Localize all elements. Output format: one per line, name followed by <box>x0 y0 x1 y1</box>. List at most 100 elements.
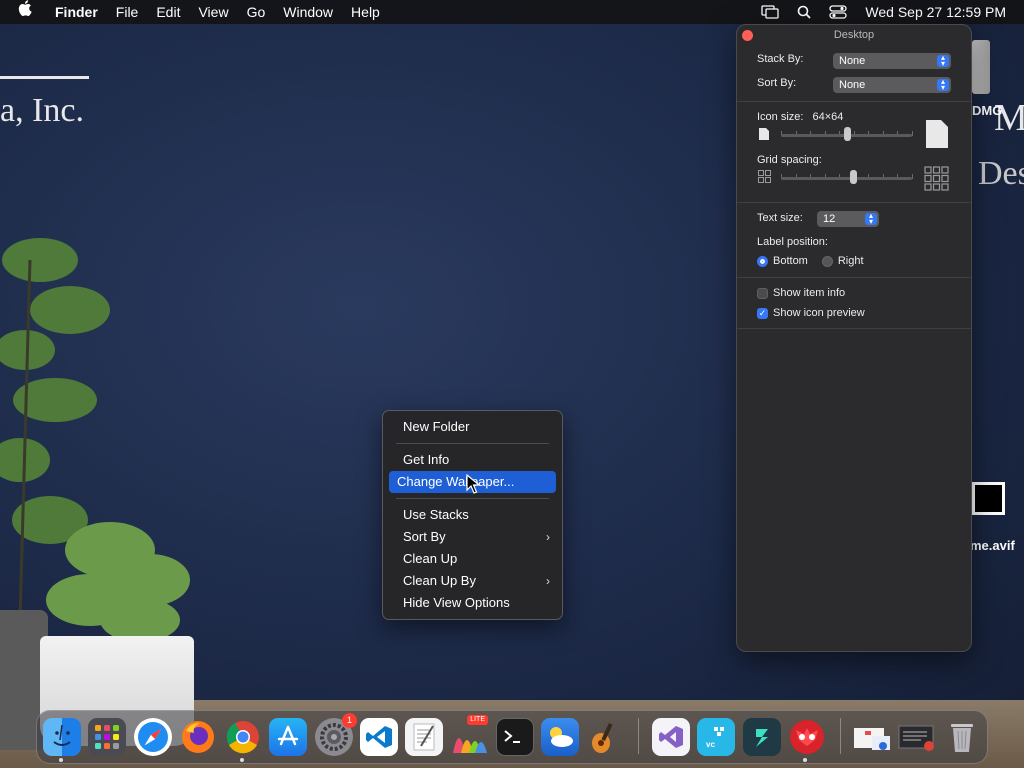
stack-by-row: Stack By: <box>757 53 803 65</box>
apple-menu-icon[interactable] <box>0 0 46 24</box>
menu-item-hide-view-options[interactable]: Hide View Options <box>389 592 556 614</box>
system-settings-icon[interactable]: 1 <box>315 713 357 756</box>
menu-view[interactable]: View <box>189 0 237 24</box>
wallpaper-line <box>0 76 89 79</box>
text-size-popup[interactable]: 12 ▴ ▾ <box>817 211 879 227</box>
label-bottom-text[interactable]: Bottom <box>773 255 808 267</box>
label-position-label: Label position: <box>757 236 828 248</box>
menu-item-get-info[interactable]: Get Info <box>389 449 556 471</box>
slider-tick <box>912 174 913 179</box>
avif-file-label[interactable]: me.avif <box>970 538 1015 553</box>
panel-divider <box>737 328 971 329</box>
label-position-options: Bottom Right <box>757 255 864 267</box>
small-document-icon <box>759 128 769 140</box>
dock: 1 LITE vc <box>36 710 988 764</box>
show-icon-preview-text[interactable]: Show icon preview <box>773 307 865 319</box>
sort-by-row: Sort By: <box>757 77 796 89</box>
panel-divider <box>737 202 971 203</box>
icon-size-label: Icon size: <box>757 111 804 123</box>
app-store-icon[interactable] <box>269 718 307 756</box>
spotlight-search-icon[interactable] <box>794 0 814 24</box>
downloads-stack-icon[interactable] <box>852 718 892 756</box>
menu-edit[interactable]: Edit <box>147 0 189 24</box>
avif-file-icon[interactable] <box>972 482 1005 515</box>
trash-icon[interactable] <box>943 718 981 756</box>
label-bottom-radio[interactable] <box>757 255 768 267</box>
dmg-file-label[interactable]: DMG <box>972 103 1002 118</box>
menu-item-clean-up[interactable]: Clean Up <box>389 548 556 570</box>
show-icon-preview-row: ✓ Show icon preview <box>757 307 865 319</box>
menu-bar-clock[interactable]: Wed Sep 27 12:59 PM <box>855 4 1024 20</box>
vnc-viewer-icon[interactable]: vc <box>697 718 735 756</box>
show-item-info-text[interactable]: Show item info <box>773 287 845 299</box>
dock-divider <box>638 718 639 754</box>
panel-divider <box>737 101 971 102</box>
grapher-icon[interactable]: LITE <box>450 715 488 756</box>
menu-item-sort-by[interactable]: Sort By › <box>389 526 556 548</box>
stack-by-popup[interactable]: None ▴ ▾ <box>833 53 951 69</box>
screen-mirroring-icon[interactable] <box>760 0 780 24</box>
dmg-file-icon[interactable] <box>972 40 990 94</box>
app-running-indicator <box>803 758 807 762</box>
close-button[interactable] <box>742 30 753 41</box>
text-size-label: Text size: <box>757 212 803 224</box>
menu-item-new-folder[interactable]: New Folder <box>389 416 556 438</box>
label-right-text[interactable]: Right <box>838 255 864 267</box>
menu-item-label: Change Wallpaper... <box>397 474 515 489</box>
grid-spacing-slider-knob[interactable] <box>850 170 857 184</box>
finder-running-indicator <box>59 758 63 762</box>
chrome-running-indicator <box>240 758 244 762</box>
grid-spacing-label: Grid spacing: <box>757 154 822 166</box>
menu-item-label: Clean Up By <box>403 573 476 588</box>
icon-size-value: 64×64 <box>812 111 844 123</box>
filmora-icon[interactable] <box>743 718 781 756</box>
weather-icon[interactable] <box>541 718 579 756</box>
firefox-icon[interactable] <box>179 718 217 756</box>
desktop-context-menu: New Folder Get Info Change Wallpaper... … <box>382 410 563 620</box>
large-grid-icon <box>924 166 949 191</box>
small-grid-icon <box>758 170 771 183</box>
control-center-icon[interactable] <box>828 0 848 24</box>
popup-arrows-icon: ▴ ▾ <box>937 78 949 92</box>
menu-item-clean-up-by[interactable]: Clean Up By › <box>389 570 556 592</box>
sort-by-label: Sort By: <box>757 77 797 89</box>
finder-icon[interactable] <box>43 718 81 756</box>
menu-separator <box>396 498 549 499</box>
chevron-right-icon: › <box>546 530 550 544</box>
grid-spacing-row: Grid spacing: <box>757 154 822 166</box>
terminal-icon[interactable] <box>496 718 534 756</box>
label-right-radio[interactable] <box>821 255 833 267</box>
menu-help[interactable]: Help <box>342 0 389 24</box>
menu-file[interactable]: File <box>107 0 148 24</box>
text-size-row: Text size: <box>757 212 803 224</box>
menu-app-finder[interactable]: Finder <box>46 0 107 24</box>
sort-by-popup[interactable]: None ▴ ▾ <box>833 77 951 93</box>
menu-window[interactable]: Window <box>274 0 342 24</box>
menu-item-label: Get Info <box>403 452 450 467</box>
mascot-app-icon[interactable] <box>788 718 826 756</box>
slider-tick <box>912 131 913 136</box>
menu-item-label: Hide View Options <box>403 595 510 610</box>
menu-go[interactable]: Go <box>238 0 275 24</box>
garageband-icon[interactable] <box>586 718 624 756</box>
stack-by-value: None <box>839 55 866 67</box>
show-item-info-checkbox[interactable] <box>757 287 768 299</box>
chrome-icon[interactable] <box>224 718 262 756</box>
launchpad-icon[interactable] <box>88 718 126 756</box>
icon-size-row: Icon size: 64×64 <box>757 111 843 123</box>
wallpaper-text-left: a, Inc. <box>0 92 85 129</box>
menu-item-label: Sort By <box>403 529 446 544</box>
icon-size-slider-knob[interactable] <box>844 127 851 141</box>
visual-studio-icon[interactable] <box>652 718 690 756</box>
mouse-cursor-icon <box>466 474 480 494</box>
vscode-icon[interactable] <box>360 718 398 756</box>
popup-arrows-icon: ▴ ▾ <box>937 54 949 68</box>
menu-item-use-stacks[interactable]: Use Stacks <box>389 504 556 526</box>
documents-stack-icon[interactable] <box>897 718 937 756</box>
safari-icon[interactable] <box>134 718 172 756</box>
textedit-icon[interactable] <box>405 718 443 756</box>
large-document-icon <box>926 120 948 148</box>
menu-separator <box>396 443 549 444</box>
show-icon-preview-checkbox[interactable]: ✓ <box>757 307 768 319</box>
grid-spacing-slider-track[interactable] <box>781 177 912 180</box>
